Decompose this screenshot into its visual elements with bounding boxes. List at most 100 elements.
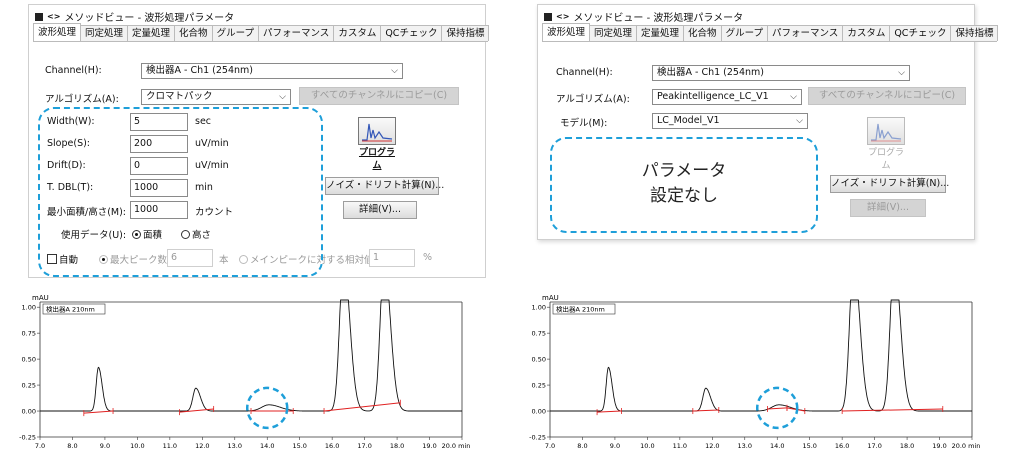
tab-identification[interactable]: 同定処理 [80,25,129,41]
tab-peak-processing[interactable]: 波形処理 [33,23,82,41]
x-tick-label: 9.0 [100,442,110,450]
tab-group[interactable]: グループ [720,25,768,41]
legend-label: 検出器A 210nm [46,305,95,314]
algorithm-select-value: Peakintelligence_LC_V1 [657,91,769,102]
chromatogram-trace [40,299,462,412]
chromatogram-trace [550,299,972,412]
code-brackets-icon: <> [556,12,570,21]
x-tick-label: 12.0 [705,442,719,450]
x-tick-label: 12.0 [195,442,209,450]
details-button[interactable]: 詳細(V)... [850,199,926,217]
x-tick-label: 14.0 [770,442,784,450]
x-tick-label: 13.0 [228,442,242,450]
x-tick-label: 19.0 [932,442,946,450]
legend-label: 検出器A 210nm [556,305,605,314]
x-tick-label: 7.0 [545,442,555,450]
x-tick-label: 11.0 [673,442,687,450]
x-tick-label: 20.0 min [442,442,471,450]
x-tick-label: 10.0 [130,442,144,450]
algorithm-select[interactable]: クロマトパック ⌵ [141,89,291,105]
model-select[interactable]: LC_Model_V1 ⌵ [652,113,808,129]
chevron-down-icon: ⌵ [796,116,803,126]
x-tick-label: 13.0 [738,442,752,450]
y-tick-label: 0.00 [22,408,36,416]
tab-performance[interactable]: パフォーマンス [767,25,844,41]
main-peak-relative-input[interactable]: 1 [369,249,415,267]
y-axis-unit-label: mAU [32,294,49,302]
tab-group[interactable]: グループ [211,25,259,41]
program-caption: プログラム [358,148,395,171]
x-tick-label: 16.0 [835,442,849,450]
tab-compound[interactable]: 化合物 [174,25,213,41]
tab-quantitation[interactable]: 定量処理 [636,25,685,41]
details-button[interactable]: 詳細(V)... [343,201,417,219]
right-method-view-window: <> メソッドビュー - 波形処理パラメータ 波形処理 同定処理 定量処理 化合… [537,4,999,240]
program-button[interactable]: プログラム [866,117,906,171]
x-tick-label: 17.0 [867,442,881,450]
tab-custom[interactable]: カスタム [842,25,891,41]
tab-peak-processing[interactable]: 波形処理 [542,23,591,41]
tab-performance[interactable]: パフォーマンス [258,25,335,41]
x-tick-label: 9.0 [610,442,620,450]
left-window-title-bar: <> メソッドビュー - 波形処理パラメータ [35,9,234,24]
right-tab-strip: 波形処理 同定処理 定量処理 化合物 グループ パフォーマンス カスタム QCチ… [542,23,999,42]
tab-qc-check[interactable]: QCチェック [889,25,952,41]
code-brackets-icon: <> [47,12,61,21]
tab-compound[interactable]: 化合物 [683,25,722,41]
x-tick-label: 18.0 [900,442,914,450]
channel-label: Channel(H): [556,67,613,78]
x-tick-label: 8.0 [577,442,587,450]
noise-drift-calc-button[interactable]: ノイズ・ドリフト計算(N)... [325,177,444,195]
window-menu-icon[interactable] [35,12,43,21]
parameter-highlight-outline [38,107,323,277]
left-window-title: メソッドビュー - 波形処理パラメータ [64,13,235,24]
x-tick-label: 16.0 [325,442,339,450]
copy-all-channels-button[interactable]: すべてのチャンネルにコピー(C) [299,87,459,105]
right-window-title-bar: <> メソッドビュー - 波形処理パラメータ [544,9,743,24]
x-tick-label: 17.0 [357,442,371,450]
algorithm-select-value: クロマトパック [146,91,213,102]
y-tick-label: -0.25 [19,434,36,442]
program-caption: プログラム [867,148,904,171]
tab-custom[interactable]: カスタム [333,25,382,41]
tab-retention-index[interactable]: 保持指標 [441,25,490,41]
model-select-value: LC_Model_V1 [657,115,720,126]
chromatogram-program-icon [867,117,905,145]
copy-all-channels-button[interactable]: すべてのチャンネルにコピー(C) [808,87,966,105]
channel-label: Channel(H): [45,65,102,76]
noise-drift-calc-button[interactable]: ノイズ・ドリフト計算(N)... [830,175,949,193]
x-tick-label: 8.0 [67,442,77,450]
baseline-segment [692,409,719,412]
y-tick-label: 1.00 [22,304,36,312]
chevron-down-icon: ⌵ [790,92,797,102]
window-menu-icon[interactable] [544,12,552,21]
tab-qc-check[interactable]: QCチェック [380,25,443,41]
tab-quantitation[interactable]: 定量処理 [127,25,176,41]
x-tick-label: 20.0 min [952,442,981,450]
percent-unit: % [423,252,433,263]
program-button[interactable]: プログラム [357,117,397,171]
left-tab-strip: 波形処理 同定処理 定量処理 化合物 グループ パフォーマンス カスタム QCチ… [33,23,490,42]
chromatogram-left: mAU -0.25 0.00 0.25 0.50 0.75 1.00 7.0 8.0 9.0 10.… [19,294,471,450]
channel-select-value: 検出器A - Ch1 (254nm) [657,67,765,78]
y-tick-label: 0.50 [22,356,36,364]
x-tick-label: 7.0 [35,442,45,450]
channel-select[interactable]: 検出器A - Ch1 (254nm) ⌵ [652,65,910,81]
tab-identification[interactable]: 同定処理 [589,25,638,41]
channel-select[interactable]: 検出器A - Ch1 (254nm) ⌵ [141,63,403,79]
right-window-title: メソッドビュー - 波形処理パラメータ [573,13,744,24]
algorithm-select[interactable]: Peakintelligence_LC_V1 ⌵ [652,89,802,105]
y-tick-label: 0.50 [532,356,546,364]
algorithm-label: アルゴリズム(A): [556,94,630,105]
chevron-down-icon: ⌵ [391,66,398,76]
x-tick-label: 18.0 [390,442,404,450]
no-parameters-highlight-outline [550,137,818,233]
x-tick-label: 10.0 [640,442,654,450]
y-tick-label: 0.00 [532,408,546,416]
y-tick-label: 0.75 [532,330,546,338]
chevron-down-icon: ⌵ [279,92,286,102]
tab-retention-index[interactable]: 保持指標 [950,25,999,41]
x-tick-label: 14.0 [260,442,274,450]
channel-select-value: 検出器A - Ch1 (254nm) [146,65,254,76]
y-axis-unit-label: mAU [542,294,559,302]
